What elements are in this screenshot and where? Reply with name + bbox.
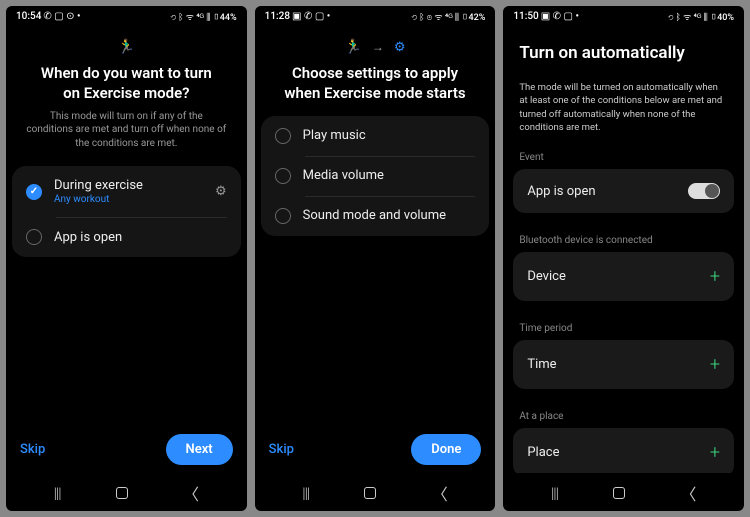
status-time: 11:50	[513, 11, 538, 22]
section-heading-bluetooth: Bluetooth device is connected	[503, 231, 744, 252]
option-label: During exercise	[54, 178, 203, 193]
header-icon-row: 🏃‍♂️	[6, 25, 247, 61]
status-time: 10:54	[16, 11, 41, 22]
status-bar: 10:54 ✆ ▢ ⊙ • ⟲ ᛒ ᯤ ⁴ᴳ ⫼ ▯44%	[6, 6, 247, 25]
status-time: 11:28	[265, 11, 290, 22]
card-label: Device	[527, 269, 566, 284]
page-description: The mode will be turned on automatically…	[503, 71, 744, 148]
card-time[interactable]: Time +	[513, 340, 734, 389]
running-icon: 🏃‍♂️	[118, 39, 135, 55]
screen-turn-on-automatically: 11:50 ▣ ✆ ▢ • ⟲ ᛒ ᯤ ⁴ᴳ ⫼ ▯40% Turn on au…	[503, 6, 744, 511]
option-label: Play music	[303, 128, 366, 143]
status-left-icons: ✆ ▢ ⊙ •	[43, 11, 80, 22]
card-device[interactable]: Device +	[513, 252, 734, 301]
radio-unchecked-icon	[26, 229, 42, 245]
nav-back-icon[interactable]: 〈	[183, 481, 199, 505]
status-left-icons: ▣ ✆ ▢ •	[541, 11, 579, 22]
nav-home-icon[interactable]	[613, 487, 625, 499]
screen-exercise-settings: 11:28 ▣ ✆ ▢ • ⟲ ᛒ ⊚ ᯤ ⁴ᴳ ⫼ ▯42% 🏃‍♂️ → ⚙…	[255, 6, 496, 511]
card-app-is-open[interactable]: App is open	[513, 169, 734, 213]
section-heading-time: Time period	[503, 319, 744, 340]
card-label: Place	[527, 445, 559, 460]
page-subtitle: This mode will turn on if any of the con…	[6, 110, 247, 167]
gear-icon[interactable]: ⚙	[215, 184, 227, 199]
card-label: App is open	[527, 184, 595, 199]
section-heading-place: At a place	[503, 407, 744, 428]
option-play-music[interactable]: Play music	[261, 116, 490, 156]
nav-back-icon[interactable]: 〈	[432, 481, 448, 505]
status-bar: 11:50 ▣ ✆ ▢ • ⟲ ᛒ ᯤ ⁴ᴳ ⫼ ▯40%	[503, 6, 744, 25]
nav-bar: ||| 〈	[255, 473, 496, 511]
plus-icon[interactable]: +	[710, 354, 720, 375]
page-title: Choose settings to apply when Exercise m…	[255, 61, 496, 110]
settings-list: Play music Media volume Sound mode and v…	[261, 116, 490, 236]
option-app-is-open[interactable]: App is open	[12, 217, 241, 257]
header-icon-row: 🏃‍♂️ → ⚙	[255, 25, 496, 61]
nav-recents-icon[interactable]: |||	[302, 484, 309, 502]
condition-list: During exercise Any workout ⚙ App is ope…	[12, 166, 241, 257]
nav-bar: ||| 〈	[6, 473, 247, 511]
next-button[interactable]: Next	[166, 434, 233, 465]
status-right-icons: ⟲ ᛒ ᯤ ⁴ᴳ ⫼ ▯44%	[170, 10, 236, 23]
toggle-switch[interactable]	[688, 183, 720, 199]
skip-button[interactable]: Skip	[269, 442, 294, 457]
section-heading-event: Event	[503, 148, 744, 169]
option-during-exercise[interactable]: During exercise Any workout ⚙	[12, 166, 241, 217]
card-place[interactable]: Place +	[513, 428, 734, 473]
nav-back-icon[interactable]: 〈	[680, 481, 696, 505]
page-title: When do you want to turn on Exercise mod…	[6, 61, 247, 110]
nav-home-icon[interactable]	[364, 487, 376, 499]
plus-icon[interactable]: +	[710, 442, 720, 463]
status-left-icons: ▣ ✆ ▢ •	[292, 11, 330, 22]
nav-recents-icon[interactable]: |||	[54, 484, 61, 502]
option-label: App is open	[54, 230, 227, 245]
status-right-icons: ⟲ ᛒ ᯤ ⁴ᴳ ⫼ ▯40%	[668, 10, 734, 23]
card-label: Time	[527, 357, 556, 372]
nav-bar: ||| 〈	[503, 473, 744, 511]
skip-button[interactable]: Skip	[20, 442, 45, 457]
nav-home-icon[interactable]	[116, 487, 128, 499]
status-bar: 11:28 ▣ ✆ ▢ • ⟲ ᛒ ⊚ ᯤ ⁴ᴳ ⫼ ▯42%	[255, 6, 496, 25]
plus-icon[interactable]: +	[710, 266, 720, 287]
nav-recents-icon[interactable]: |||	[551, 484, 558, 502]
done-button[interactable]: Done	[411, 434, 481, 465]
option-sublabel: Any workout	[54, 194, 203, 205]
radio-unchecked-icon	[275, 128, 291, 144]
screen-exercise-conditions: 10:54 ✆ ▢ ⊙ • ⟲ ᛒ ᯤ ⁴ᴳ ⫼ ▯44% 🏃‍♂️ When …	[6, 6, 247, 511]
option-media-volume[interactable]: Media volume	[261, 156, 490, 196]
status-right-icons: ⟲ ᛒ ⊚ ᯤ ⁴ᴳ ⫼ ▯42%	[412, 10, 486, 23]
option-label: Media volume	[303, 168, 384, 183]
option-label: Sound mode and volume	[303, 208, 446, 223]
page-title: Turn on automatically	[519, 43, 728, 63]
radio-checked-icon	[26, 184, 42, 200]
arrow-right-icon: →	[372, 40, 384, 54]
radio-unchecked-icon	[275, 208, 291, 224]
option-sound-mode-volume[interactable]: Sound mode and volume	[261, 196, 490, 236]
gear-icon: ⚙	[394, 40, 406, 55]
radio-unchecked-icon	[275, 168, 291, 184]
running-icon: 🏃‍♂️	[344, 39, 361, 55]
